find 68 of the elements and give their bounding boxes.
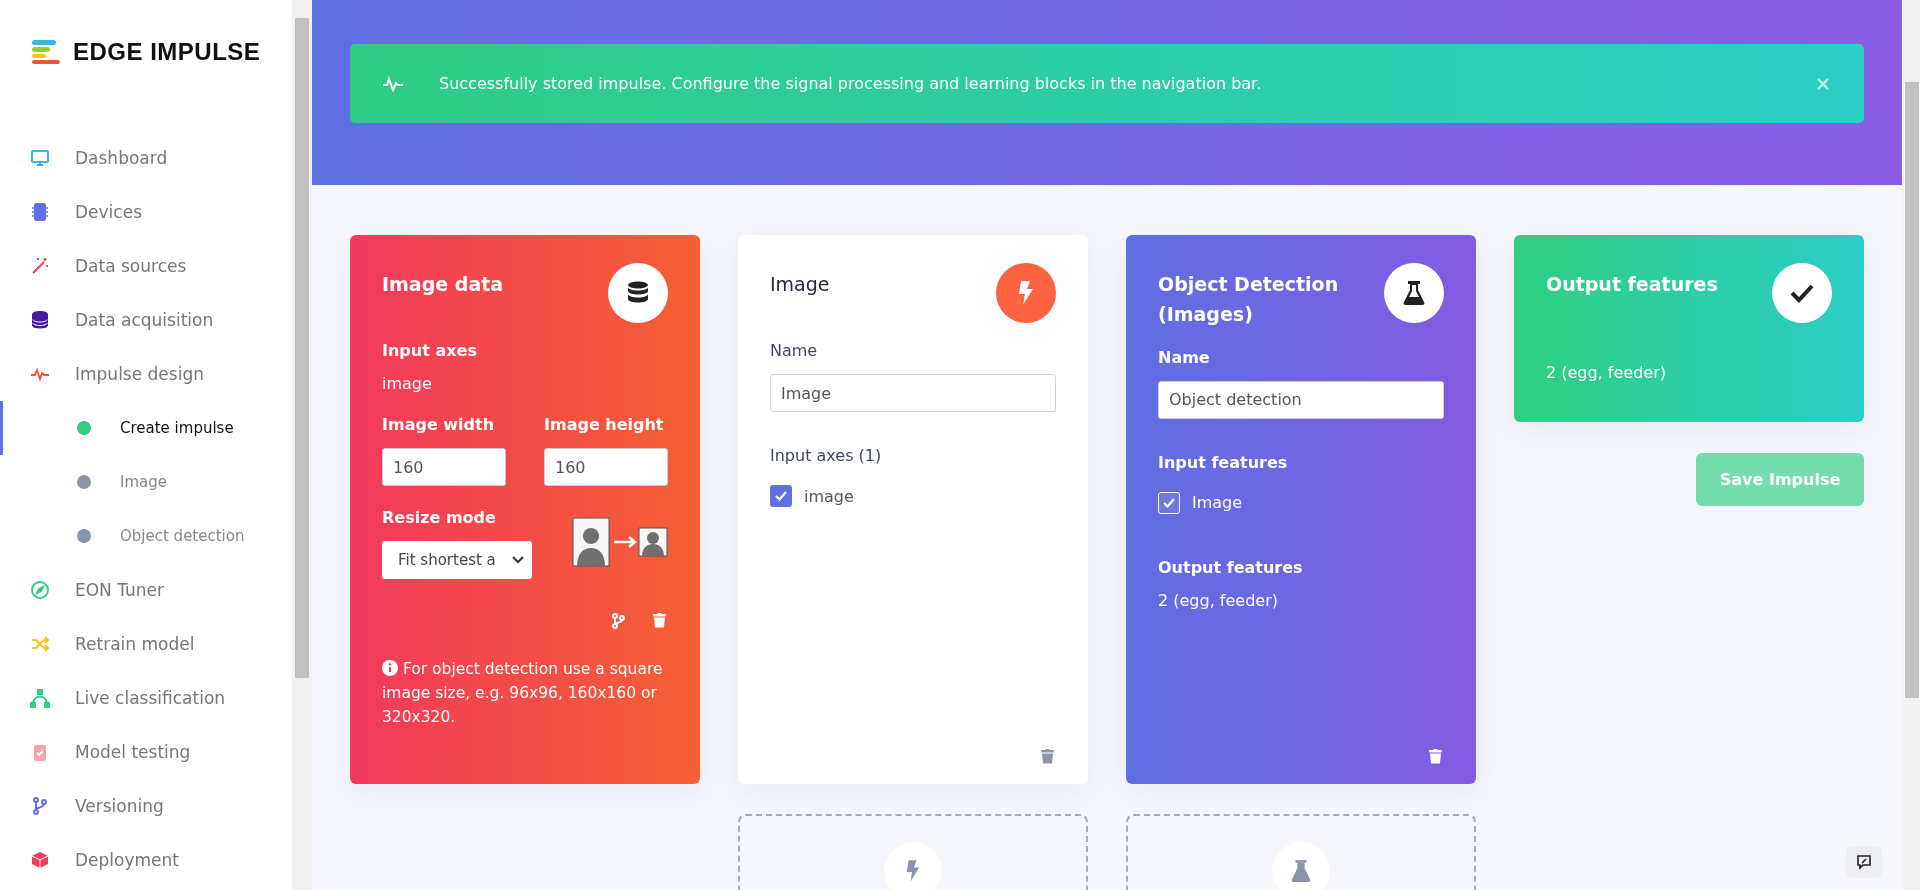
name-field[interactable]: Image	[770, 374, 1056, 412]
nav-item[interactable]: Devices	[0, 185, 292, 239]
checkbox[interactable]	[770, 485, 792, 507]
resize-mode-select[interactable]: Fit shortest a	[382, 541, 532, 579]
nav-item[interactable]: Impulse design	[0, 347, 292, 401]
nav-subitem[interactable]: Object detection	[0, 509, 292, 563]
info-note: For object detection use a square image size, e.g. 96x96, 160x160 or 320x320.	[382, 659, 664, 729]
nav-item[interactable]: Live classification	[0, 671, 292, 725]
height-field[interactable]: 160	[544, 448, 668, 486]
wand-icon	[30, 256, 50, 276]
branch-icon	[30, 796, 50, 816]
field-label: Name	[1158, 347, 1211, 367]
checkbox-label: Image	[1192, 493, 1243, 513]
axes-value: image	[382, 374, 433, 393]
database-icon	[30, 310, 50, 330]
nav-item[interactable]: Deployment	[0, 833, 292, 887]
field-label: Resize mode	[382, 508, 497, 527]
check-icon	[1163, 497, 1175, 508]
scrollbar[interactable]	[292, 0, 312, 890]
check-icon	[1772, 263, 1832, 323]
field-label: Image width	[382, 415, 496, 434]
shuffle-icon	[30, 634, 50, 654]
bolt-icon	[996, 263, 1056, 323]
caret-icon	[512, 556, 524, 564]
field-label: Output features	[1158, 557, 1304, 577]
bezier-icon	[30, 688, 50, 708]
flask-icon	[1384, 263, 1444, 323]
checkbox-label: image	[804, 486, 854, 506]
trash-icon[interactable]	[1041, 749, 1054, 764]
card-title: Image	[770, 272, 830, 297]
field-label: Input features	[1158, 452, 1289, 472]
card-title: Object Detection (Images)	[1158, 272, 1340, 328]
nav-item[interactable]: Retrain model	[0, 617, 292, 671]
nav-subitem[interactable]: Create impulse	[0, 401, 292, 455]
branch-icon[interactable]	[611, 613, 625, 629]
field-label: Input axes (1)	[770, 446, 883, 465]
width-field[interactable]: 160	[382, 448, 506, 486]
nav-item[interactable]: EON Tuner	[0, 563, 292, 617]
nav-item[interactable]: Versioning	[0, 779, 292, 833]
nav-subitem[interactable]: Image	[0, 455, 292, 509]
compass-icon	[30, 580, 50, 600]
status-dot	[77, 475, 91, 489]
logo-text: EDGE IMPULSE	[73, 38, 261, 66]
monitor-icon	[30, 148, 50, 168]
card-title: Output features	[1546, 272, 1718, 297]
name-field[interactable]: Object detection	[1158, 380, 1444, 419]
trash-icon[interactable]	[653, 613, 666, 628]
database-icon	[608, 263, 668, 323]
feedback-icon[interactable]	[1846, 846, 1882, 878]
scrollbar[interactable]	[1902, 0, 1920, 890]
card-title: Image data	[382, 272, 504, 297]
nav-item[interactable]: Data acquisition	[0, 293, 292, 347]
info-icon	[382, 660, 398, 676]
status-dot	[77, 421, 91, 435]
nav-item[interactable]: Model testing	[0, 725, 292, 779]
check-icon	[775, 491, 787, 501]
banner-message: Successfully stored impulse. Configure the signal processing and learning blocks in the navigation bar.	[439, 74, 1263, 93]
nav-item[interactable]: Data sources	[0, 239, 292, 293]
trash-icon[interactable]	[1429, 749, 1442, 764]
output-value: 2 (egg, feeder)	[1546, 363, 1667, 382]
status-dot	[77, 529, 91, 543]
field-label: Name	[770, 341, 819, 360]
output-value: 2 (egg, feeder)	[1158, 590, 1279, 610]
nav-item[interactable]: Dashboard	[0, 131, 292, 185]
cube-icon	[30, 850, 50, 870]
field-label: Input axes	[382, 341, 478, 360]
pulse-icon	[382, 75, 404, 92]
field-label: Image height	[544, 415, 665, 434]
